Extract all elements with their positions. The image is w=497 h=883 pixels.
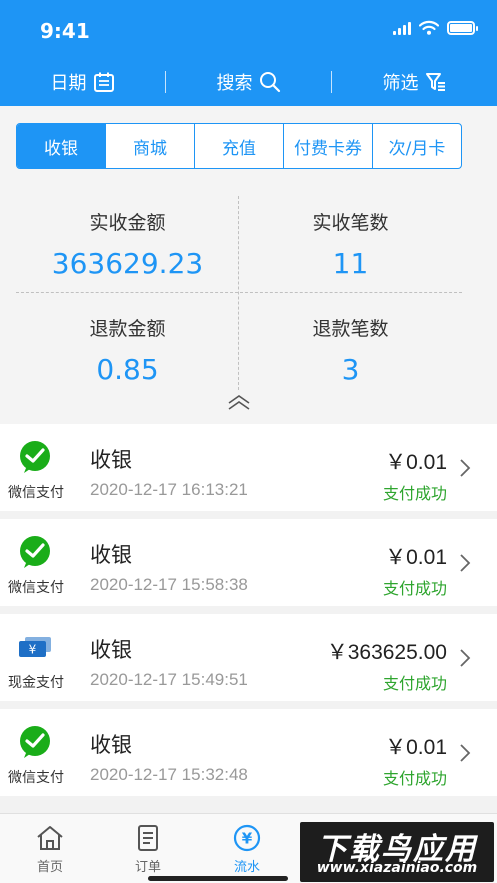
- collapse-chevron-up-icon[interactable]: [225, 393, 253, 413]
- nav-item-flow[interactable]: ¥ 流水: [197, 824, 297, 875]
- filter-label: 筛选: [382, 73, 419, 94]
- wechat-pay-icon: [20, 441, 50, 473]
- refund-amount-label: 退款金额: [89, 318, 166, 340]
- transaction-time: 2020-12-17 15:49:51: [90, 670, 248, 689]
- transaction-time: 2020-12-17 15:58:38: [90, 575, 248, 594]
- refund-count-stat: 退款笔数 3: [239, 314, 462, 386]
- tab-mall[interactable]: 商城: [105, 124, 194, 168]
- chevron-right-icon: [460, 744, 471, 762]
- toolbar: 日期 搜索 筛选: [0, 58, 497, 106]
- wechat-pay-icon: [20, 726, 50, 758]
- received-count-stat: 实收笔数 11: [239, 208, 462, 280]
- svg-text:¥: ¥: [242, 830, 253, 848]
- yuan-icon: ¥: [233, 824, 261, 852]
- wifi-icon: [419, 20, 439, 35]
- calendar-icon: [93, 72, 114, 92]
- filter-button[interactable]: 筛选: [332, 69, 497, 95]
- battery-icon: [447, 20, 478, 35]
- status-icons: [393, 20, 478, 35]
- transaction-status: 支付成功: [382, 769, 447, 788]
- received-amount-label: 实收金额: [89, 212, 166, 234]
- transaction-title: 收银: [90, 733, 132, 757]
- transaction-status: 支付成功: [382, 674, 447, 693]
- signal-icon: [393, 21, 411, 35]
- payment-method-label: 微信支付: [8, 770, 64, 786]
- nav-label: 订单: [134, 860, 161, 875]
- date-label: 日期: [50, 73, 87, 94]
- refund-amount-stat: 退款金额 0.85: [16, 314, 239, 386]
- refund-amount-value: 0.85: [96, 353, 159, 386]
- order-icon: [138, 825, 158, 851]
- watermark-url: www.xiazainiao.com: [316, 860, 478, 876]
- transaction-time: 2020-12-17 15:32:48: [90, 765, 248, 784]
- nav-label: 流水: [233, 860, 260, 875]
- nav-label: 首页: [36, 860, 63, 875]
- stats-grid: 实收金额 363629.23 实收笔数 11 退款金额 0.85 退款笔数 3: [16, 194, 462, 394]
- status-bar: 9:41: [0, 0, 497, 58]
- payment-method-label: 微信支付: [8, 485, 64, 501]
- payment-method-label: 微信支付: [8, 580, 64, 596]
- transaction-status: 支付成功: [382, 484, 447, 503]
- tab-cashier[interactable]: 收银: [17, 124, 105, 168]
- refund-count-value: 3: [341, 353, 360, 386]
- received-amount-stat: 实收金额 363629.23: [16, 208, 239, 280]
- chevron-right-icon: [460, 649, 471, 667]
- summary-panel: 收银 商城 充值 付费卡券 次/月卡 实收金额 363629.23 实收笔数 1…: [0, 106, 497, 424]
- transaction-title: 收银: [90, 638, 132, 662]
- transaction-row[interactable]: 微信支付 收银 2020-12-17 16:13:21 ￥0.01 支付成功: [0, 424, 497, 511]
- payment-method-label: 现金支付: [8, 675, 64, 691]
- nav-item-home[interactable]: 首页: [0, 824, 100, 875]
- transaction-amount: ￥0.01: [385, 736, 447, 759]
- cash-icon: ¥: [19, 637, 51, 657]
- nav-item-orders[interactable]: 订单: [98, 824, 198, 875]
- transaction-amount: ￥0.01: [385, 546, 447, 569]
- filter-icon: [425, 73, 445, 91]
- received-count-label: 实收笔数: [312, 212, 389, 234]
- chevron-right-icon: [460, 554, 471, 572]
- received-count-value: 11: [332, 247, 369, 280]
- wechat-pay-icon: [20, 536, 50, 568]
- home-indicator: [148, 876, 288, 881]
- transaction-title: 收银: [90, 448, 132, 472]
- date-picker-button[interactable]: 日期: [0, 69, 165, 95]
- category-tabs: 收银 商城 充值 付费卡券 次/月卡: [16, 123, 462, 169]
- tab-times-monthly-card[interactable]: 次/月卡: [372, 124, 461, 168]
- watermark-logo: 下载鸟应用 www.xiazainiao.com: [300, 822, 494, 882]
- transaction-row[interactable]: 微信支付 收银 2020-12-17 15:58:38 ￥0.01 支付成功: [0, 519, 497, 606]
- transaction-row[interactable]: ¥ 现金支付 收银 2020-12-17 15:49:51 ￥363625.00…: [0, 614, 497, 701]
- home-icon: [37, 826, 63, 850]
- tab-paid-coupons[interactable]: 付费卡券: [283, 124, 372, 168]
- search-icon: [259, 72, 280, 93]
- chevron-right-icon: [460, 459, 471, 477]
- stats-divider-horizontal: [16, 292, 462, 293]
- transaction-amount: ￥363625.00: [326, 641, 447, 664]
- refund-count-label: 退款笔数: [312, 318, 389, 340]
- tab-recharge[interactable]: 充值: [194, 124, 283, 168]
- received-amount-value: 363629.23: [51, 247, 204, 280]
- svg-text:¥: ¥: [29, 643, 37, 657]
- transaction-amount: ￥0.01: [385, 451, 447, 474]
- transaction-time: 2020-12-17 16:13:21: [90, 480, 248, 499]
- transaction-status: 支付成功: [382, 579, 447, 598]
- transaction-row[interactable]: 微信支付 收银 2020-12-17 15:32:48 ￥0.01 支付成功: [0, 709, 497, 796]
- status-time: 9:41: [40, 19, 90, 43]
- search-label: 搜索: [216, 73, 253, 94]
- search-button[interactable]: 搜索: [166, 69, 331, 95]
- transaction-title: 收银: [90, 543, 132, 567]
